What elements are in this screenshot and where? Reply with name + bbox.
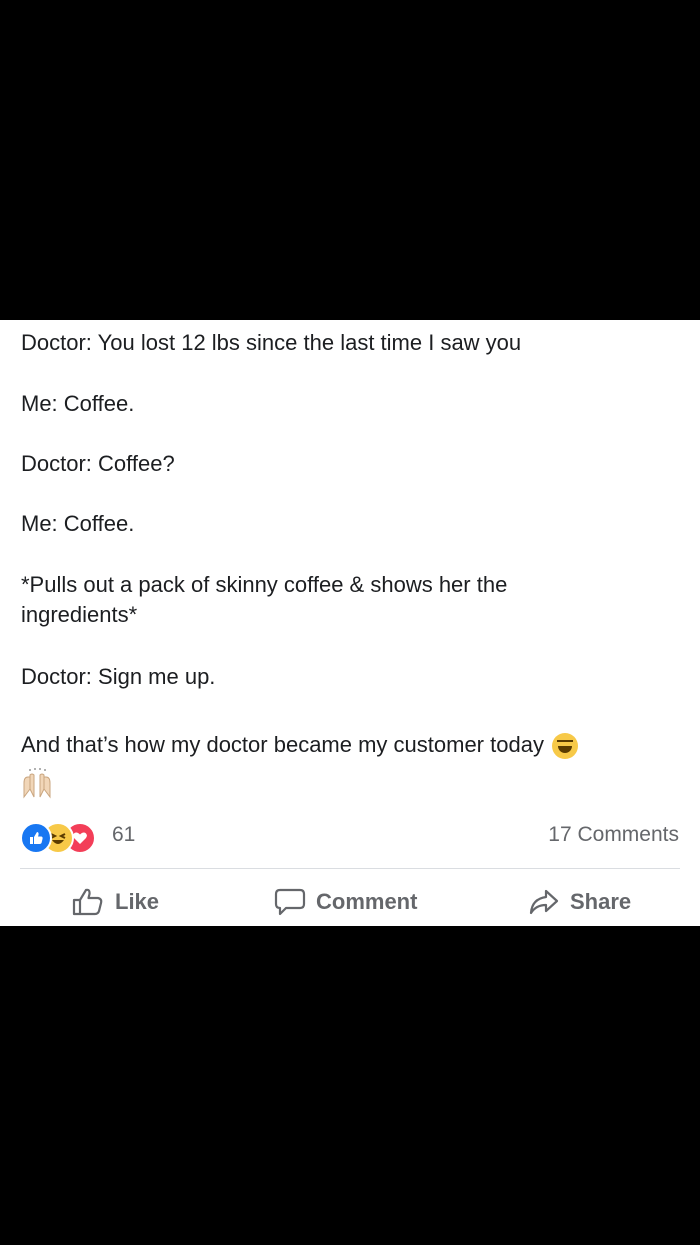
action-bar: Like Comment Share	[0, 880, 700, 924]
post-line-3: Doctor: Coffee?	[21, 451, 175, 476]
share-label: Share	[570, 889, 632, 914]
comments-count-link[interactable]: 17 Comments	[548, 823, 679, 847]
post-line-7-wrap: And that’s how my doctor became my custo…	[21, 730, 578, 760]
post-line-7: And that’s how my doctor became my custo…	[21, 732, 544, 757]
share-arrow-icon	[529, 889, 559, 915]
like-icon	[20, 822, 52, 854]
speech-bubble-icon	[274, 888, 306, 916]
comment-button[interactable]: Comment	[274, 880, 417, 924]
thumbs-up-icon	[72, 888, 103, 916]
reaction-summary[interactable]: 61	[20, 820, 220, 854]
post-line-5: *Pulls out a pack of skinny coffee & sho…	[21, 572, 508, 627]
post-line-6: Doctor: Sign me up.	[21, 664, 216, 689]
divider	[20, 868, 680, 869]
post-line-4: Me: Coffee.	[21, 511, 135, 536]
laughing-tears-icon	[551, 733, 578, 760]
like-button[interactable]: Like	[71, 880, 159, 924]
comment-label: Comment	[316, 889, 418, 914]
post-line-1: Doctor: You lost 12 lbs since the last t…	[21, 330, 522, 355]
raised-hands-icon	[20, 767, 54, 801]
share-button[interactable]: Share	[528, 880, 631, 924]
like-label: Like	[115, 889, 160, 914]
post-line-2: Me: Coffee.	[21, 391, 135, 416]
reaction-count: 61	[112, 823, 136, 846]
post-card: Doctor: You lost 12 lbs since the last t…	[0, 320, 700, 926]
